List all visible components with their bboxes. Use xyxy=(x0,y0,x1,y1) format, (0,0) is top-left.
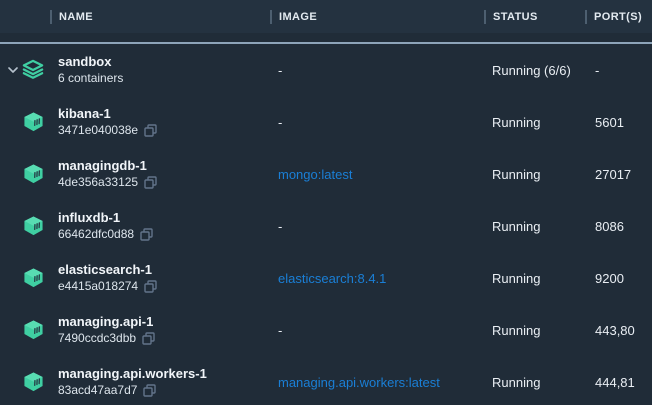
table-row[interactable]: sandbox 6 containers - Running (6/6) - xyxy=(0,44,652,96)
column-header-status[interactable]: STATUS xyxy=(484,10,585,24)
column-header-label: IMAGE xyxy=(279,11,317,23)
status-text: Running (6/6) xyxy=(484,63,585,78)
ports-text: 9200 xyxy=(585,271,652,286)
container-name: managingdb-1 xyxy=(58,158,157,174)
name-cell: sandbox 6 containers xyxy=(0,44,270,96)
container-subtext: 7490ccdc3dbb xyxy=(58,330,136,346)
image-name: - xyxy=(270,323,484,338)
ports-text: - xyxy=(585,63,652,78)
image-name[interactable]: managing.api.workers:latest xyxy=(270,375,484,390)
table-row[interactable]: managing.api-1 7490ccdc3dbb - Running 44… xyxy=(0,304,652,356)
name-cell: kibana-1 3471e040038e xyxy=(0,96,270,148)
container-name: influxdb-1 xyxy=(58,210,153,226)
container-name: elasticsearch-1 xyxy=(58,262,157,278)
container-subtext: 4de356a33125 xyxy=(58,174,138,190)
container-icon xyxy=(22,267,44,289)
status-text: Running xyxy=(484,323,585,338)
column-header-label: PORT(S) xyxy=(594,11,642,23)
copy-icon[interactable] xyxy=(143,384,156,397)
image-name: - xyxy=(270,63,484,78)
ports-text: 444,81 xyxy=(585,375,652,390)
chevron-down-icon[interactable] xyxy=(8,274,22,282)
chevron-down-icon[interactable] xyxy=(8,118,22,126)
table-body: sandbox 6 containers - Running (6/6) - xyxy=(0,44,652,405)
chevron-down-icon[interactable] xyxy=(8,222,22,230)
ports-text: 27017 xyxy=(585,167,652,182)
container-name: managing.api-1 xyxy=(58,314,155,330)
header-gap xyxy=(0,33,652,42)
name-block: kibana-1 3471e040038e xyxy=(58,106,157,138)
container-name: sandbox xyxy=(58,54,123,70)
chevron-down-icon[interactable] xyxy=(8,326,22,334)
chevron-down-icon[interactable] xyxy=(8,66,22,74)
copy-icon[interactable] xyxy=(144,124,157,137)
name-cell: managing.api-1 7490ccdc3dbb xyxy=(0,304,270,356)
status-text: Running xyxy=(484,219,585,234)
image-name[interactable]: elasticsearch:8.4.1 xyxy=(270,271,484,286)
container-subtext: 66462dfc0d88 xyxy=(58,226,134,242)
chevron-down-icon[interactable] xyxy=(8,170,22,178)
name-cell: managingdb-1 4de356a33125 xyxy=(0,148,270,200)
container-subtext: e4415a018274 xyxy=(58,278,138,294)
table-row[interactable]: managingdb-1 4de356a33125 mongo:latest R… xyxy=(0,148,652,200)
copy-icon[interactable] xyxy=(144,176,157,189)
column-separator xyxy=(585,10,587,24)
name-block: elasticsearch-1 e4415a018274 xyxy=(58,262,157,294)
name-cell: elasticsearch-1 e4415a018274 xyxy=(0,252,270,304)
column-header-image[interactable]: IMAGE xyxy=(270,10,484,24)
column-separator xyxy=(484,10,486,24)
ports-text: 443,80 xyxy=(585,323,652,338)
ports-text: 5601 xyxy=(585,115,652,130)
image-name: - xyxy=(270,219,484,234)
container-icon xyxy=(22,163,44,185)
status-text: Running xyxy=(484,375,585,390)
column-separator xyxy=(270,10,272,24)
table-row[interactable]: managing.api.workers-1 83acd47aa7d7 mana… xyxy=(0,356,652,405)
container-icon xyxy=(22,371,44,393)
image-name: - xyxy=(270,115,484,130)
container-name: managing.api.workers-1 xyxy=(58,366,207,382)
ports-text: 8086 xyxy=(585,219,652,234)
container-icon xyxy=(22,111,44,133)
image-name[interactable]: mongo:latest xyxy=(270,167,484,182)
copy-icon[interactable] xyxy=(144,280,157,293)
name-cell: managing.api.workers-1 83acd47aa7d7 xyxy=(0,356,270,405)
table-row[interactable]: elasticsearch-1 e4415a018274 elasticsear… xyxy=(0,252,652,304)
status-text: Running xyxy=(484,115,585,130)
name-block: managing.api-1 7490ccdc3dbb xyxy=(58,314,155,346)
name-block: managing.api.workers-1 83acd47aa7d7 xyxy=(58,366,207,398)
container-name: kibana-1 xyxy=(58,106,157,122)
container-subtext: 83acd47aa7d7 xyxy=(58,382,137,398)
container-icon xyxy=(22,319,44,341)
table-header: NAME IMAGE STATUS PORT(S) xyxy=(0,0,652,33)
column-header-name[interactable]: NAME xyxy=(0,10,270,24)
containers-table: NAME IMAGE STATUS PORT(S) xyxy=(0,0,652,405)
status-text: Running xyxy=(484,167,585,182)
container-icon xyxy=(22,215,44,237)
name-block: sandbox 6 containers xyxy=(58,54,123,86)
status-text: Running xyxy=(484,271,585,286)
column-header-ports[interactable]: PORT(S) xyxy=(585,10,652,24)
copy-icon[interactable] xyxy=(142,332,155,345)
chevron-down-icon[interactable] xyxy=(8,378,22,386)
column-header-label: STATUS xyxy=(493,11,538,23)
container-subtext: 3471e040038e xyxy=(58,122,138,138)
column-header-label: NAME xyxy=(59,11,93,23)
name-block: influxdb-1 66462dfc0d88 xyxy=(58,210,153,242)
column-separator xyxy=(50,10,52,24)
compose-stack-icon xyxy=(22,58,44,82)
name-block: managingdb-1 4de356a33125 xyxy=(58,158,157,190)
copy-icon[interactable] xyxy=(140,228,153,241)
name-cell: influxdb-1 66462dfc0d88 xyxy=(0,200,270,252)
container-subtext: 6 containers xyxy=(58,70,123,86)
table-row[interactable]: kibana-1 3471e040038e - Running 5601 xyxy=(0,96,652,148)
table-row[interactable]: influxdb-1 66462dfc0d88 - Running 8086 xyxy=(0,200,652,252)
